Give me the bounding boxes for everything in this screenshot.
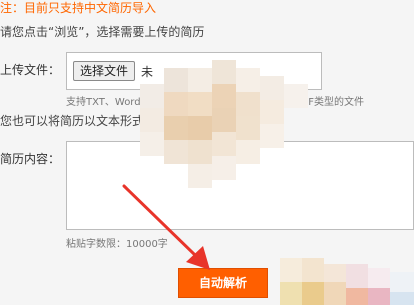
paste-hint: 您也可以将简历以文本形式 bbox=[0, 114, 145, 128]
upload-hint: 请您点击“浏览”，选择需要上传的简历 bbox=[0, 25, 205, 39]
mosaic-overlay bbox=[140, 60, 320, 190]
mosaic-overlay-bottom bbox=[280, 258, 414, 305]
resume-content-label: 简历内容： bbox=[0, 152, 61, 166]
char-limit-note: 粘贴字数限：10000字 bbox=[66, 239, 168, 250]
auto-parse-button[interactable]: 自动解析 bbox=[178, 268, 268, 298]
upload-file-label: 上传文件： bbox=[0, 63, 61, 77]
browse-button[interactable]: 选择文件 bbox=[73, 61, 135, 81]
import-notice: 注：目前只支持中文简历导入 bbox=[0, 1, 157, 15]
